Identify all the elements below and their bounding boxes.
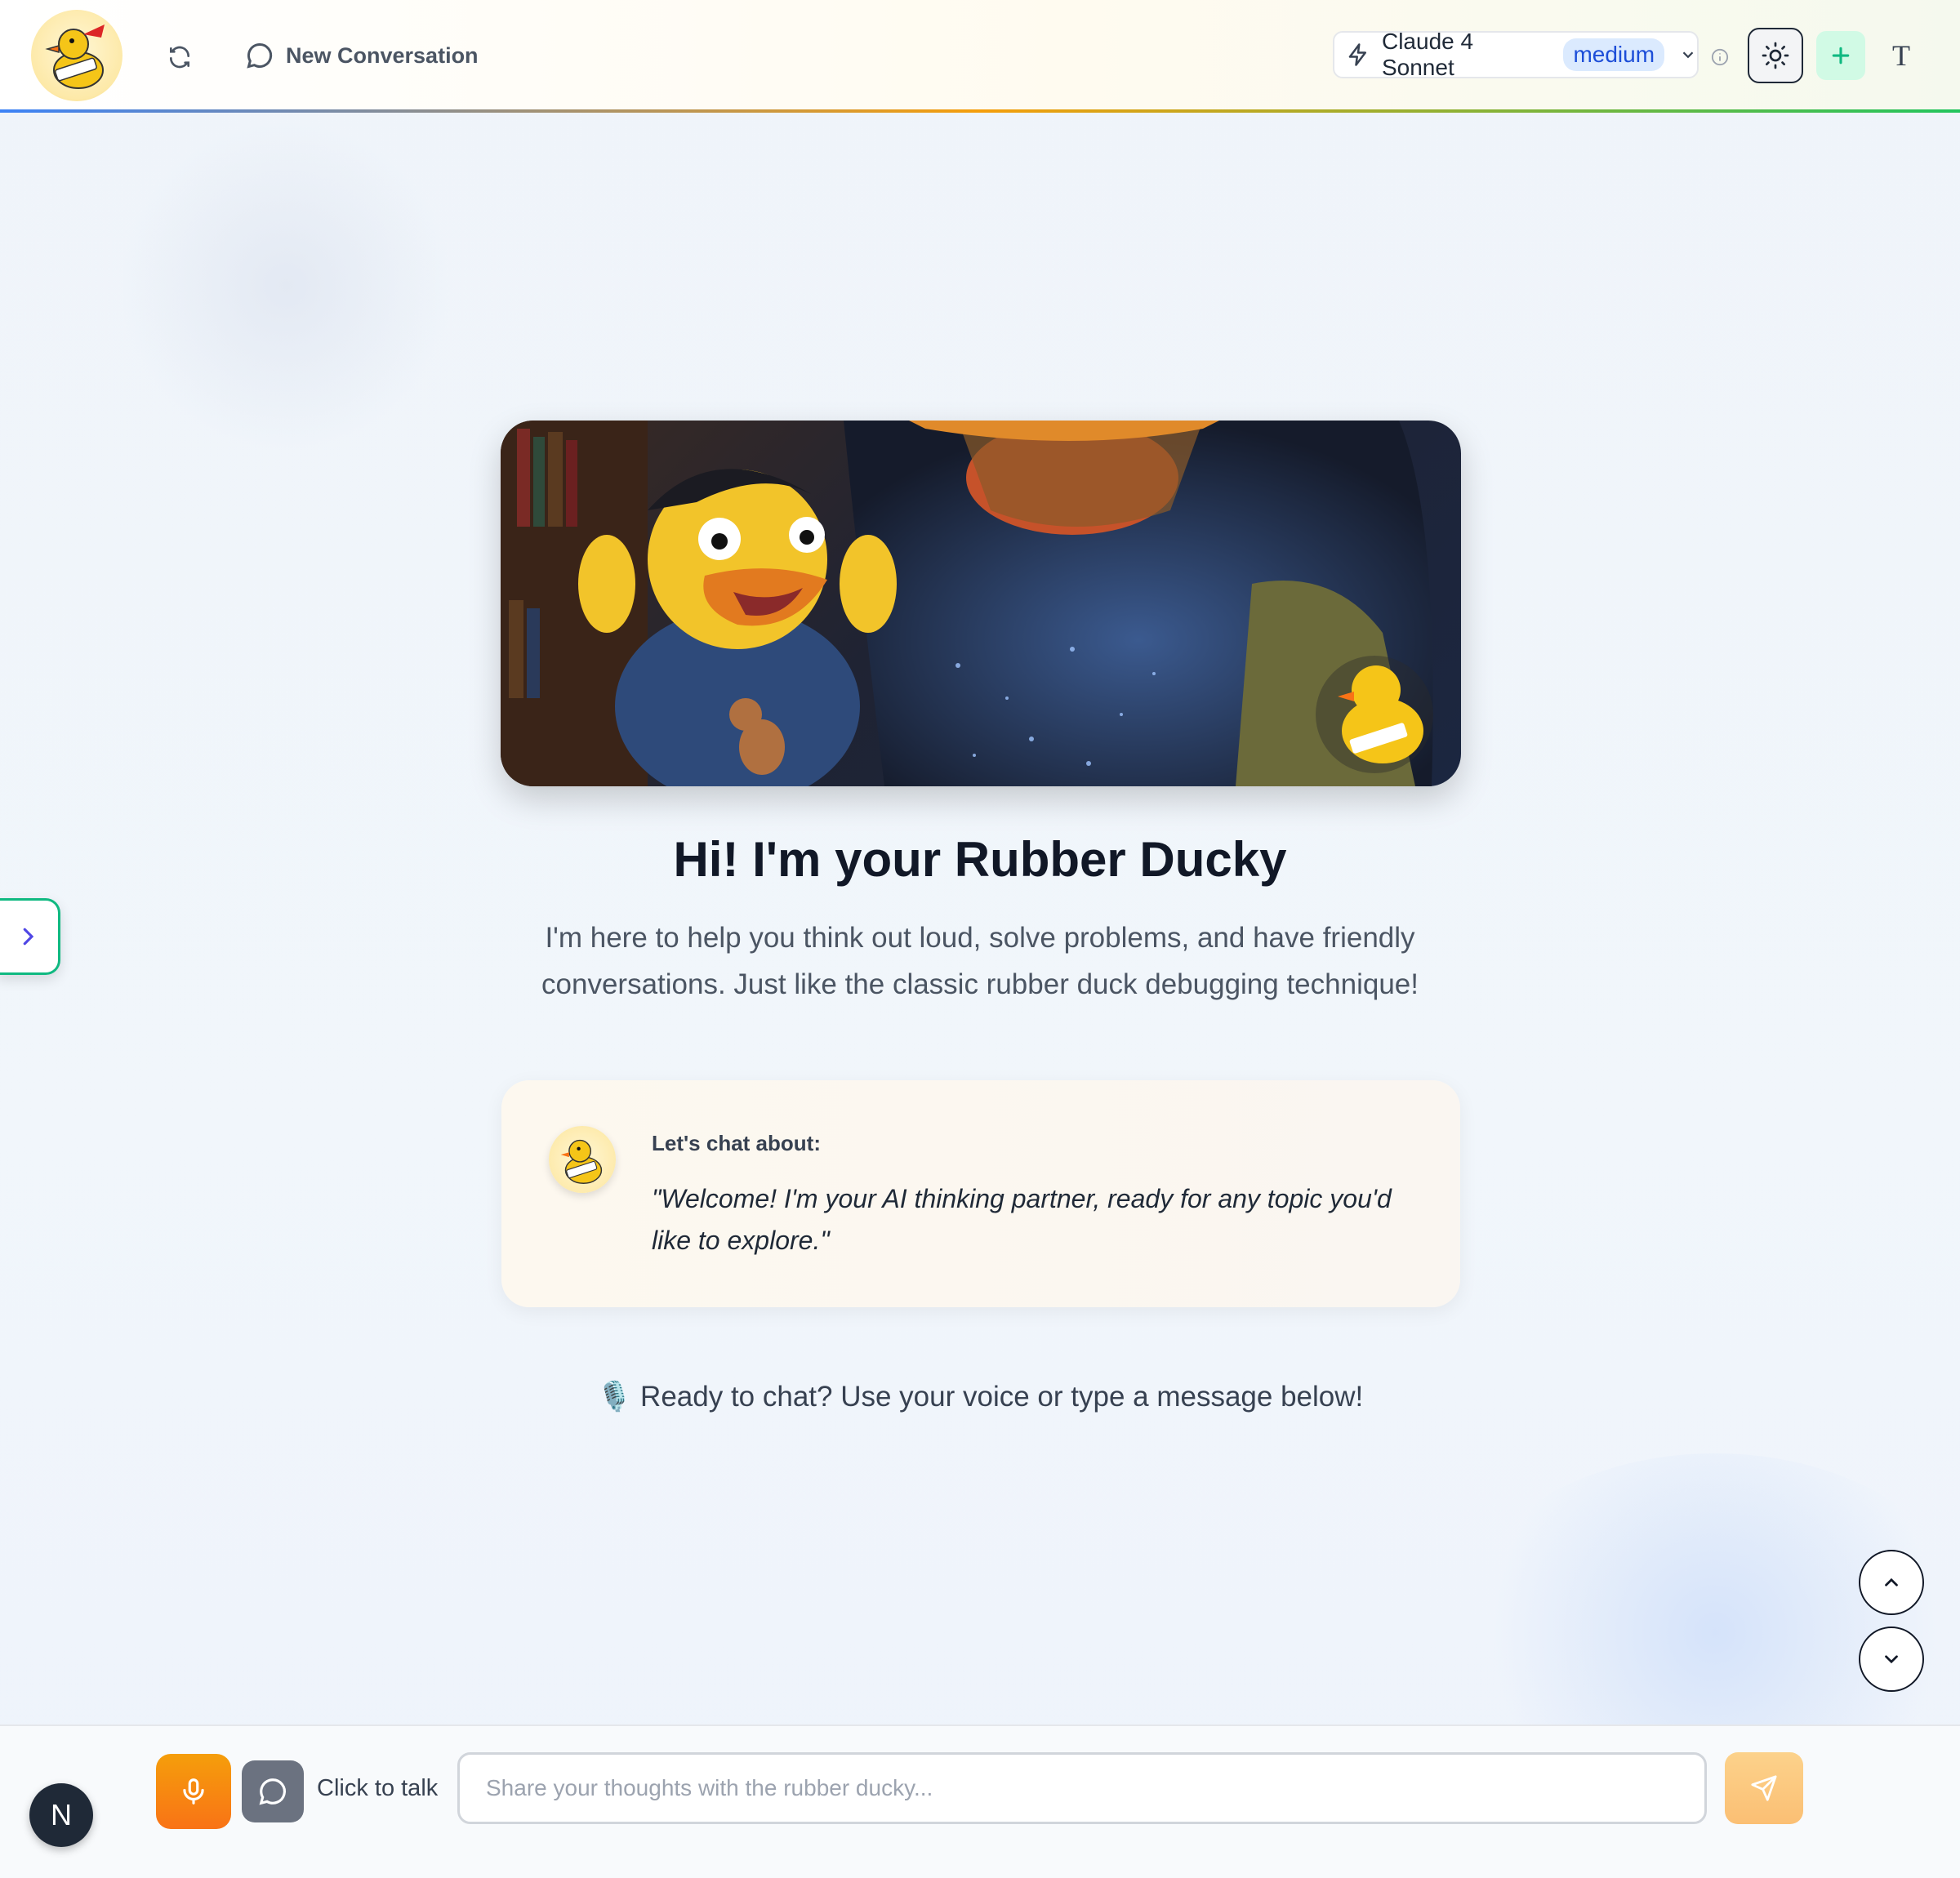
model-name: Claude 4 Sonnet bbox=[1381, 29, 1474, 80]
scroll-down-button[interactable] bbox=[1859, 1627, 1924, 1692]
model-effort-badge: medium bbox=[1563, 38, 1665, 71]
header-accent-line bbox=[0, 109, 1960, 113]
chevron-down-icon bbox=[1682, 51, 1694, 59]
click-to-talk-label: Click to talk bbox=[317, 1775, 439, 1801]
send-button[interactable] bbox=[1725, 1752, 1803, 1824]
topic-label: Let's chat about: bbox=[652, 1131, 821, 1155]
hero-illustration bbox=[501, 421, 1461, 786]
chevron-down-icon bbox=[1885, 1655, 1898, 1664]
model-info-button[interactable] bbox=[1710, 47, 1730, 67]
rubber-ducky-logo[interactable] bbox=[31, 10, 122, 101]
text-size-button[interactable]: T bbox=[1877, 33, 1926, 78]
top-bar: New Conversation Claude 4 Sonnet medium … bbox=[0, 0, 1960, 111]
sidebar-expand-button[interactable] bbox=[0, 898, 60, 975]
text-size-icon: T bbox=[1892, 39, 1910, 72]
lightning-icon bbox=[1348, 43, 1366, 66]
scroll-up-button[interactable] bbox=[1859, 1550, 1924, 1615]
message-input[interactable] bbox=[457, 1752, 1707, 1824]
voice-button[interactable] bbox=[156, 1754, 231, 1829]
chat-bubble-icon bbox=[247, 42, 273, 69]
new-conversation-button[interactable]: New Conversation bbox=[245, 38, 479, 73]
chat-bubble-icon bbox=[259, 1778, 286, 1805]
ready-prompt: 🎙️ Ready to chat? Use your voice or type… bbox=[596, 1381, 1364, 1413]
chevron-right-icon bbox=[23, 928, 33, 946]
page-subtitle: I'm here to help you think out loud, sol… bbox=[541, 922, 1419, 1000]
chevron-up-icon bbox=[1885, 1578, 1898, 1587]
page-title: Hi! I'm your Rubber Ducky bbox=[673, 832, 1287, 887]
new-conversation-label: New Conversation bbox=[286, 42, 479, 68]
info-icon bbox=[1711, 48, 1729, 66]
ducky-avatar bbox=[549, 1126, 616, 1193]
theme-toggle-button[interactable] bbox=[1748, 28, 1803, 83]
new-chat-button[interactable] bbox=[1816, 31, 1865, 80]
user-avatar-button[interactable]: N bbox=[29, 1783, 93, 1847]
topic-card: Let's chat about: "Welcome! I'm your AI … bbox=[501, 1080, 1460, 1307]
background-blob bbox=[114, 122, 457, 449]
microphone-icon bbox=[183, 1778, 204, 1805]
send-icon bbox=[1751, 1775, 1777, 1801]
plus-icon bbox=[1832, 47, 1850, 65]
model-selector[interactable]: Claude 4 Sonnet medium bbox=[1333, 29, 1699, 80]
sun-icon bbox=[1762, 42, 1789, 69]
text-mode-button[interactable] bbox=[242, 1760, 304, 1822]
welcome-quote: "Welcome! I'm your AI thinking partner, … bbox=[652, 1184, 1392, 1255]
refresh-icon bbox=[170, 46, 189, 69]
refresh-button[interactable] bbox=[160, 38, 199, 77]
